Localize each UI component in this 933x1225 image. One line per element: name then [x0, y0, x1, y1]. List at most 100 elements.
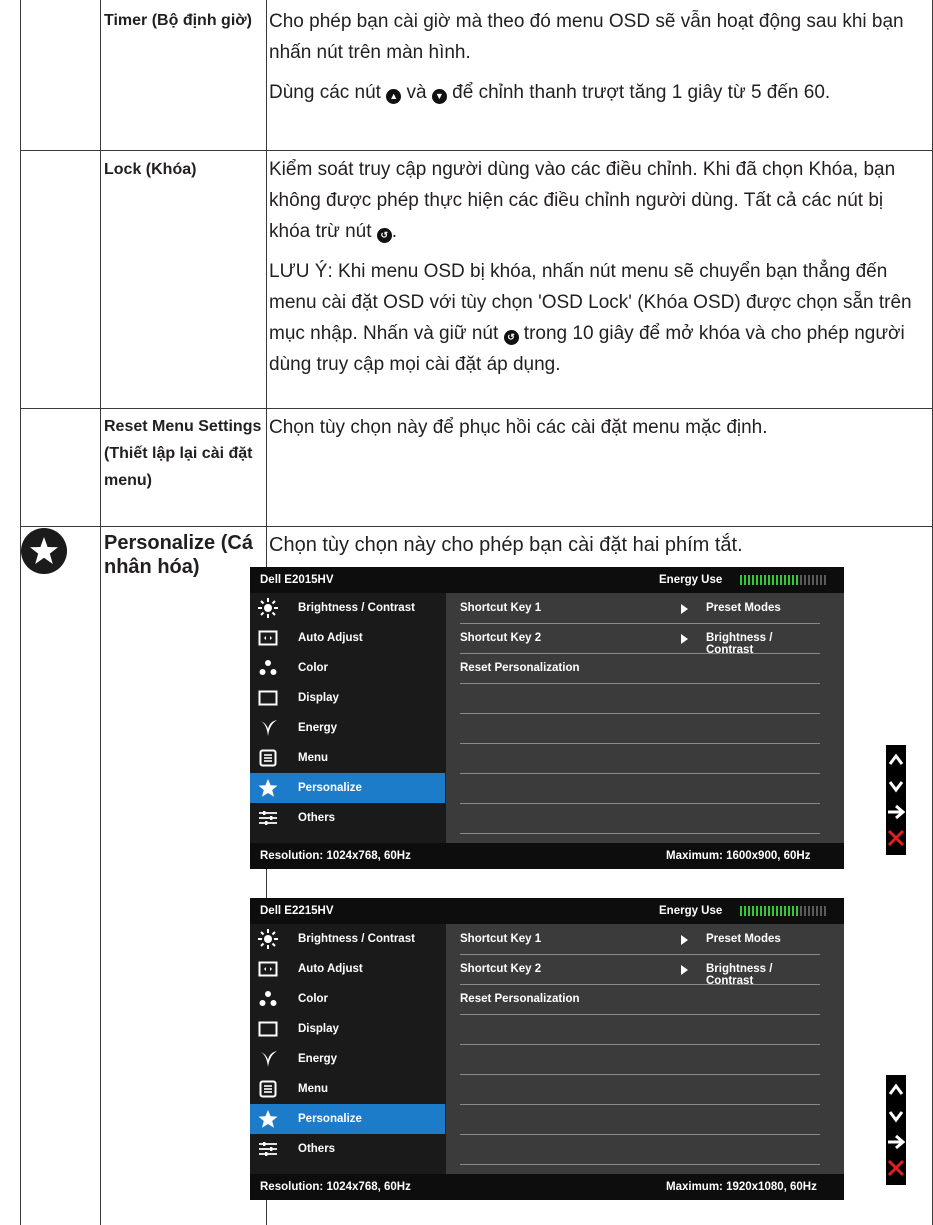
osd-row-shortcut1[interactable]: Shortcut Key 1 Preset Modes [460, 924, 820, 955]
osd-menu-item[interactable]: Personalize [250, 1104, 445, 1134]
energy-meter [740, 575, 828, 585]
energy-bar [784, 575, 786, 585]
osd-row-empty [460, 1104, 820, 1135]
osd-menu-label: Personalize [298, 782, 362, 794]
osd-menu-item[interactable]: Brightness / Contrast [250, 924, 445, 954]
osd-menu-item[interactable]: Auto Adjust [250, 954, 445, 984]
display-icon [258, 1019, 278, 1039]
personalize-label: Personalize (Cá nhân hóa) [104, 532, 253, 578]
right-arrow-icon[interactable] [886, 1132, 906, 1152]
energy-bar [752, 906, 754, 916]
timer-desc-p1: Cho phép bạn cài giờ mà theo đó menu OSD… [269, 11, 904, 63]
down-arrow-icon[interactable] [886, 1106, 906, 1126]
osd-menu-item[interactable]: Auto Adjust [250, 623, 445, 653]
close-x-icon[interactable] [886, 828, 906, 848]
osd-row-empty [460, 1074, 820, 1105]
star-icon [258, 1109, 278, 1129]
osd-menu-item[interactable]: Brightness / Contrast [250, 593, 445, 623]
down-arrow-icon[interactable] [886, 776, 906, 796]
energy-bar [796, 906, 798, 916]
energy-bar [792, 906, 794, 916]
energy-bar [808, 906, 810, 916]
reset-description: Chọn tùy chọn này để phục hồi các cài đặ… [269, 417, 768, 438]
osd-menu-item[interactable]: Display [250, 1014, 445, 1044]
osd-row-shortcut2[interactable]: Shortcut Key 2 Brightness / Contrast [460, 954, 820, 987]
row-divider [20, 408, 933, 409]
energy-bar [748, 906, 750, 916]
energy-meter [740, 906, 828, 916]
energy-bar [784, 906, 786, 916]
osd-menu-item[interactable]: Color [250, 984, 445, 1014]
osd-resolution: Resolution: 1024x768, 60Hz [260, 1181, 411, 1193]
energy-bar [760, 906, 762, 916]
energy-bar [808, 575, 810, 585]
timer-description: Cho phép bạn cài giờ mà theo đó menu OSD… [269, 6, 929, 117]
osd-menu-item[interactable]: Energy [250, 1044, 445, 1074]
close-x-icon[interactable] [886, 1158, 906, 1178]
lock-description: Kiểm soát truy cập người dùng vào các đi… [269, 154, 929, 389]
osd-menu-label: Auto Adjust [298, 963, 363, 975]
energy-bar [816, 575, 818, 585]
osd-menu-item[interactable]: Menu [250, 743, 445, 773]
osd-row-reset[interactable]: Reset Personalization [460, 984, 820, 1015]
osd-row-reset[interactable]: Reset Personalization [460, 653, 820, 684]
osd-menu-label: Color [298, 662, 329, 674]
energy-bar [740, 575, 742, 585]
energy-bar [744, 906, 746, 916]
row-divider [20, 526, 933, 527]
up-circle-icon: ▲ [386, 89, 402, 104]
osd-menu-item[interactable]: Energy [250, 713, 445, 743]
osd-row-value: Preset Modes [706, 602, 781, 614]
osd-menu-item[interactable]: Menu [250, 1074, 445, 1104]
osd-row-shortcut1[interactable]: Shortcut Key 1 Preset Modes [460, 593, 820, 624]
menu-icon [258, 748, 278, 768]
energy-bar [752, 575, 754, 585]
osd-menu-item[interactable]: Display [250, 683, 445, 713]
osd-main-menu: Brightness / Contrast Auto Adjust Color Dis… [250, 924, 445, 1174]
lock-label: Lock (Khóa) [104, 161, 197, 178]
osd-row-key: Reset Personalization [460, 662, 580, 674]
osd-energy-label: Energy Use [659, 905, 723, 917]
osd-maximum: Maximum: 1600x900, 60Hz [666, 850, 811, 862]
triangle-right-icon [681, 965, 688, 975]
osd-row-empty [460, 683, 820, 714]
osd-menu-item[interactable]: Others [250, 803, 445, 833]
energy-bar [816, 906, 818, 916]
energy-bar [764, 906, 766, 916]
auto-adjust-icon [258, 959, 278, 979]
menu-icon [258, 1079, 278, 1099]
up-arrow-icon[interactable] [886, 750, 906, 770]
right-arrow-icon[interactable] [886, 802, 906, 822]
osd-menu-label: Personalize [298, 1113, 362, 1125]
timer-desc-p2: Dùng các nút ▲ và ▼ để chỉnh thanh trượt… [269, 77, 929, 108]
energy-bar [804, 906, 806, 916]
energy-bar [800, 906, 802, 916]
osd-header: Dell E2015HV Energy Use [250, 567, 844, 593]
energy-bar [776, 575, 778, 585]
osd-row-key: Shortcut Key 2 [460, 963, 542, 975]
lock-desc-p2: LƯU Ý: Khi menu OSD bị khóa, nhấn nút me… [269, 256, 929, 380]
osd-row-empty [460, 1014, 820, 1045]
osd-screen-e2015hv: Dell E2015HV Energy Use Brightness / Con… [250, 567, 844, 869]
osd-row-shortcut2[interactable]: Shortcut Key 2 Brightness / Contrast [460, 623, 820, 656]
row-divider [20, 150, 933, 151]
osd-model: Dell E2015HV [260, 574, 334, 586]
osd-row-empty [460, 1134, 820, 1165]
energy-bar [796, 575, 798, 585]
up-arrow-icon[interactable] [886, 1080, 906, 1100]
energy-bar [792, 575, 794, 585]
osd-menu-item[interactable]: Personalize [250, 773, 445, 803]
osd-menu-item[interactable]: Others [250, 1134, 445, 1164]
energy-bar [772, 906, 774, 916]
osd-resolution: Resolution: 1024x768, 60Hz [260, 850, 411, 862]
osd-screen-e2215hv: Dell E2215HV Energy Use Brightness / Con… [250, 898, 844, 1200]
energy-bar [772, 575, 774, 585]
osd-header: Dell E2215HV Energy Use [250, 898, 844, 924]
osd-row-empty [460, 713, 820, 744]
reset-label: Reset Menu Settings (Thiết lập lại cài đ… [104, 418, 262, 489]
osd-row-empty [460, 773, 820, 804]
osd-menu-item[interactable]: Color [250, 653, 445, 683]
osd-menu-label: Energy [298, 722, 337, 734]
others-icon [258, 808, 278, 828]
osd-side-buttons [886, 745, 906, 855]
